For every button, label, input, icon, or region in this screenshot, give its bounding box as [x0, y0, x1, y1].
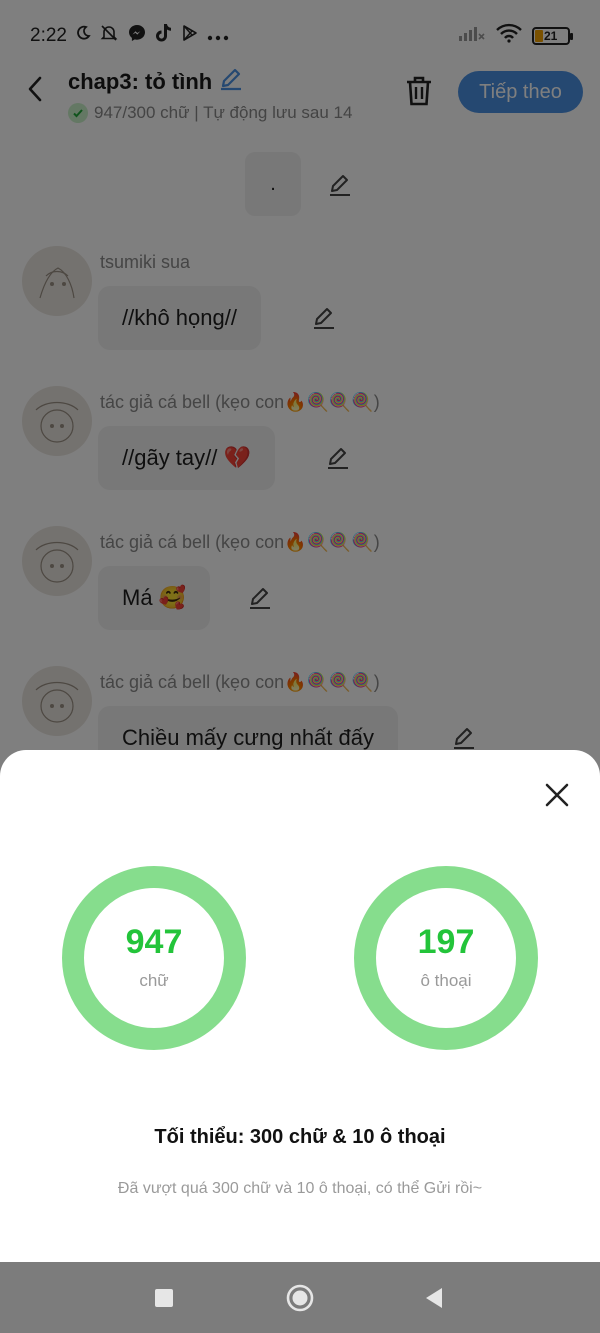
- dialog-count-value: 197: [417, 923, 475, 961]
- close-button[interactable]: [538, 776, 576, 814]
- back-nav-button[interactable]: [416, 1280, 452, 1316]
- word-count-value: 947: [125, 923, 183, 961]
- word-count-ring: 947 chữ: [62, 866, 246, 1050]
- word-count-sheet: 947 chữ 197 ô thoại Tối thiểu: 300 chữ &…: [0, 750, 600, 1262]
- dialog-count-label: ô thoại: [420, 971, 472, 990]
- back-icon: [426, 1288, 442, 1308]
- requirement-hint: Đã vượt quá 300 chữ và 10 ô thoại, có th…: [117, 1180, 483, 1197]
- recent-apps-icon: [155, 1289, 173, 1307]
- home-icon: [286, 1284, 314, 1312]
- home-button[interactable]: [282, 1280, 318, 1316]
- recent-apps-button[interactable]: [146, 1280, 182, 1316]
- word-count-label: chữ: [139, 971, 169, 990]
- dialog-count-ring: 197 ô thoại: [354, 866, 538, 1050]
- system-nav-bar: [0, 1262, 600, 1333]
- close-icon: [545, 783, 569, 807]
- minimum-requirement: Tối thiểu: 300 chữ & 10 ô thoại: [154, 1126, 446, 1148]
